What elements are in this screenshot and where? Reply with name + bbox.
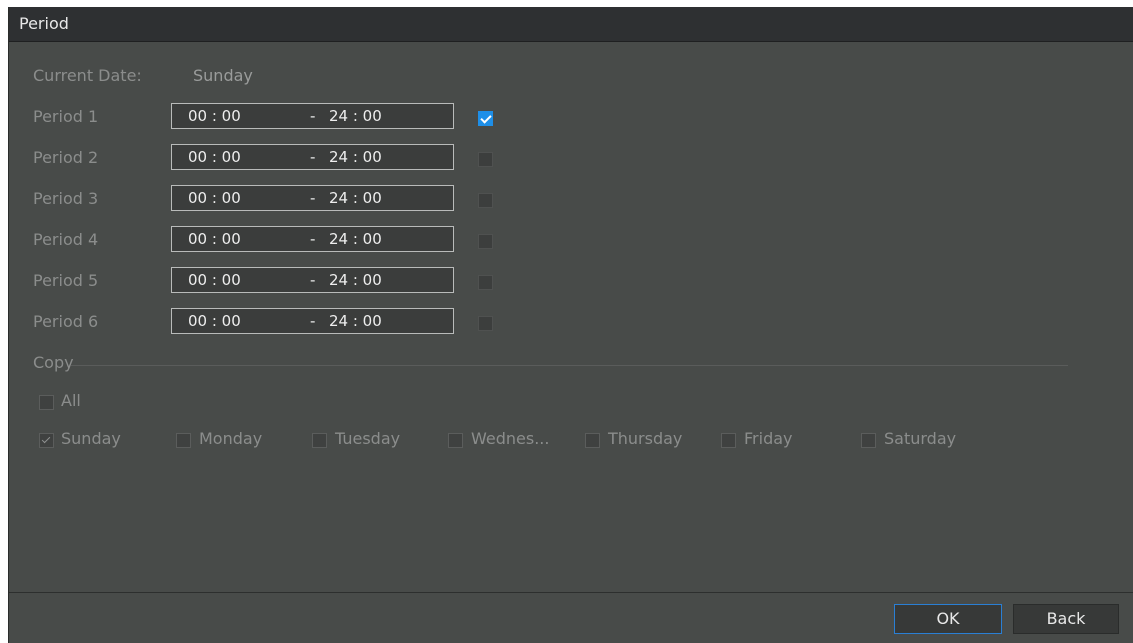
period-1-enable-checkbox[interactable]	[478, 111, 493, 126]
period-6-label: Period 6	[33, 312, 99, 331]
period-2-enable-checkbox[interactable]	[478, 152, 493, 167]
copy-friday-checkbox[interactable]	[721, 433, 736, 448]
period-6-separator: -	[310, 312, 316, 330]
period-2-end-time[interactable]: 24 : 00	[329, 148, 382, 166]
period-5-enable-checkbox[interactable]	[478, 275, 493, 290]
period-3-end-time[interactable]: 24 : 00	[329, 189, 382, 207]
period-6-time-range[interactable]: 00 : 00 - 24 : 00	[171, 308, 454, 334]
period-6-start-time[interactable]: 00 : 00	[188, 312, 241, 330]
period-4-enable-checkbox[interactable]	[478, 234, 493, 249]
copy-thursday-label: Thursday	[608, 429, 683, 448]
period-3-label: Period 3	[33, 189, 99, 208]
period-4-end-time[interactable]: 24 : 00	[329, 230, 382, 248]
period-dialog: Period Current Date: Sunday Period 1 00 …	[8, 7, 1133, 643]
period-2-label: Period 2	[33, 148, 99, 167]
copy-saturday-checkbox[interactable]	[861, 433, 876, 448]
copy-sunday-label: Sunday	[61, 429, 121, 448]
copy-saturday-label: Saturday	[884, 429, 957, 448]
period-3-start-time[interactable]: 00 : 00	[188, 189, 241, 207]
period-3-separator: -	[310, 189, 316, 207]
period-5-time-range[interactable]: 00 : 00 - 24 : 00	[171, 267, 454, 293]
period-6-enable-checkbox[interactable]	[478, 316, 493, 331]
copy-thursday-checkbox[interactable]	[585, 433, 600, 448]
period-4-label: Period 4	[33, 230, 99, 249]
period-5-start-time[interactable]: 00 : 00	[188, 271, 241, 289]
period-4-separator: -	[310, 230, 316, 248]
period-1-time-range[interactable]: 00 : 00 - 24 : 00	[171, 103, 454, 129]
period-5-label: Period 5	[33, 271, 99, 290]
copy-sunday-checkbox[interactable]	[39, 433, 54, 448]
copy-monday-checkbox[interactable]	[176, 433, 191, 448]
period-1-separator: -	[310, 107, 316, 125]
period-2-separator: -	[310, 148, 316, 166]
dialog-title: Period	[19, 14, 69, 33]
period-5-end-time[interactable]: 24 : 00	[329, 271, 382, 289]
period-1-end-time[interactable]: 24 : 00	[329, 107, 382, 125]
period-5-separator: -	[310, 271, 316, 289]
current-date-label: Current Date:	[33, 66, 142, 85]
copy-wednesday-checkbox[interactable]	[448, 433, 463, 448]
copy-all-label: All	[61, 391, 81, 410]
period-4-time-range[interactable]: 00 : 00 - 24 : 00	[171, 226, 454, 252]
period-2-time-range[interactable]: 00 : 00 - 24 : 00	[171, 144, 454, 170]
title-bar: Period	[9, 7, 1133, 42]
copy-friday-label: Friday	[744, 429, 793, 448]
copy-all-checkbox[interactable]	[39, 395, 54, 410]
footer-divider	[9, 592, 1133, 593]
period-1-start-time[interactable]: 00 : 00	[188, 107, 241, 125]
copy-wednesday-label: Wednes...	[471, 429, 550, 448]
copy-section-label: Copy	[33, 353, 74, 372]
period-4-start-time[interactable]: 00 : 00	[188, 230, 241, 248]
period-1-label: Period 1	[33, 107, 99, 126]
ok-button[interactable]: OK	[894, 604, 1002, 634]
current-date-value: Sunday	[193, 66, 253, 85]
copy-monday-label: Monday	[199, 429, 263, 448]
copy-tuesday-checkbox[interactable]	[312, 433, 327, 448]
copy-tuesday-label: Tuesday	[335, 429, 401, 448]
period-6-end-time[interactable]: 24 : 00	[329, 312, 382, 330]
period-3-time-range[interactable]: 00 : 00 - 24 : 00	[171, 185, 454, 211]
period-2-start-time[interactable]: 00 : 00	[188, 148, 241, 166]
back-button[interactable]: Back	[1013, 604, 1119, 634]
copy-divider	[71, 365, 1068, 366]
period-3-enable-checkbox[interactable]	[478, 193, 493, 208]
